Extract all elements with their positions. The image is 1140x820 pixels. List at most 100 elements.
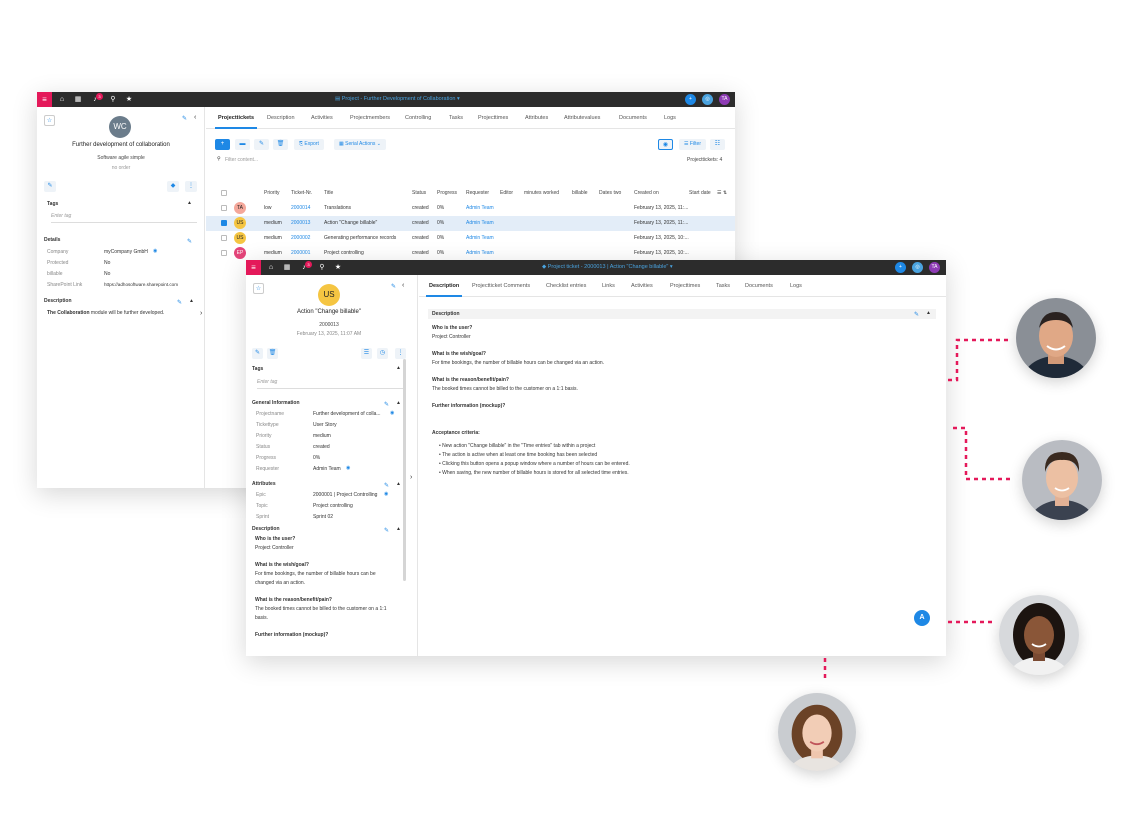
col-created-on[interactable]: Created on: [634, 190, 659, 196]
row-checkbox[interactable]: [221, 250, 227, 256]
tag-button[interactable]: ◆: [167, 181, 179, 192]
collapse-icon[interactable]: ‹: [402, 282, 404, 289]
col-requester[interactable]: Requester: [466, 190, 489, 196]
collapse-description-icon[interactable]: ▲: [926, 310, 931, 316]
list-view-button[interactable]: ☷: [710, 139, 725, 150]
edit-ticket-button[interactable]: ✎: [254, 139, 269, 150]
add-icon[interactable]: +: [685, 94, 696, 105]
collapse-tags-icon[interactable]: ▲: [396, 365, 401, 371]
more-button[interactable]: ⋮: [185, 181, 197, 192]
home-icon[interactable]: ⌂: [265, 260, 277, 275]
col-progress[interactable]: Progress: [437, 190, 457, 196]
cell-ticket-nr[interactable]: 2000001: [291, 250, 310, 256]
cell-ticket-nr[interactable]: 2000014: [291, 205, 310, 211]
tab-documents[interactable]: Documents: [619, 115, 647, 121]
eye-icon[interactable]: ◉: [346, 465, 350, 471]
tab-tasks[interactable]: Tasks: [716, 283, 730, 289]
search-icon[interactable]: ⚲: [316, 260, 328, 275]
grid-icon[interactable]: ▦: [72, 92, 84, 107]
window-title[interactable]: ◆ Project ticket - 2000013 | Action "Cha…: [542, 260, 673, 275]
collapse-general-icon[interactable]: ▲: [396, 400, 401, 406]
info-value[interactable]: Further development of colla...: [313, 411, 381, 417]
general-pin-icon[interactable]: ✎: [384, 401, 389, 408]
help-icon[interactable]: ◎: [702, 94, 713, 105]
expand-icon[interactable]: ›: [200, 310, 202, 317]
expand-icon[interactable]: ›: [410, 474, 412, 481]
tab-logs[interactable]: Logs: [790, 283, 802, 289]
edit-button[interactable]: ✎: [252, 348, 263, 359]
tab-controlling[interactable]: Controlling: [405, 115, 431, 121]
serial-actions-button[interactable]: ▦ Serial Actions ⌄: [334, 139, 387, 150]
col-title[interactable]: Title: [324, 190, 333, 196]
eye-icon[interactable]: ◉: [153, 248, 157, 254]
detail-value[interactable]: myCompany GmbH: [104, 249, 148, 255]
col-priority[interactable]: Priority: [264, 190, 280, 196]
folder-button[interactable]: ▬: [235, 139, 250, 150]
col-editor[interactable]: Editor: [500, 190, 513, 196]
collapse-icon[interactable]: ‹: [194, 114, 196, 121]
table-row[interactable]: US medium 2000002 Generating performance…: [206, 231, 735, 246]
sidebar-scrollbar[interactable]: [403, 359, 406, 581]
edit-button[interactable]: ✎: [44, 181, 56, 192]
sharepoint-link[interactable]: https://adhosoftware.sharepoint.com: [104, 282, 178, 287]
assistant-fab[interactable]: A: [914, 610, 930, 626]
table-row[interactable]: TA low 2000014 Translations created 0% A…: [206, 201, 735, 216]
history-button[interactable]: ◷: [377, 348, 388, 359]
description-pin-icon[interactable]: ✎: [384, 527, 389, 534]
star-icon[interactable]: ★: [123, 92, 135, 107]
col-dates-two[interactable]: Dates two: [599, 190, 621, 196]
user-avatar[interactable]: TA: [929, 262, 940, 273]
window-title[interactable]: ▤ Project - Further Development of Colla…: [335, 92, 460, 107]
tab-description[interactable]: Description: [425, 283, 463, 297]
col-start-date[interactable]: Start date: [689, 190, 711, 196]
tab-projectticket-comments[interactable]: Projectticket Comments: [472, 283, 530, 289]
tab-attributes[interactable]: Attributes: [525, 115, 548, 121]
cell-requester[interactable]: Admin Team: [466, 250, 494, 256]
tab-activities[interactable]: Activities: [311, 115, 333, 121]
table-row[interactable]: EP medium 2000001 Project controlling cr…: [206, 246, 735, 261]
view-toggle-button[interactable]: ◉: [658, 139, 673, 150]
favorite-star-icon[interactable]: ☆: [253, 283, 264, 294]
row-checkbox[interactable]: [221, 235, 227, 241]
pin-icon[interactable]: ✎: [182, 115, 187, 122]
tag-input[interactable]: Enter tag: [257, 379, 405, 389]
user-avatar[interactable]: TA: [719, 94, 730, 105]
col-ticket-nr[interactable]: Ticket-Nr.: [291, 190, 312, 196]
help-icon[interactable]: ◎: [912, 262, 923, 273]
grid-icon[interactable]: ▦: [281, 260, 293, 275]
add-ticket-button[interactable]: +: [215, 139, 230, 150]
tab-attributevalues[interactable]: Attributevalues: [564, 115, 600, 121]
search-icon[interactable]: ⚲: [107, 92, 119, 107]
add-icon[interactable]: +: [895, 262, 906, 273]
description-pin-icon[interactable]: ✎: [914, 311, 919, 318]
tab-projectmembers[interactable]: Projectmembers: [350, 115, 390, 121]
row-checkbox[interactable]: [221, 220, 227, 226]
tab-logs[interactable]: Logs: [664, 115, 676, 121]
filter-button[interactable]: ☰ Filter: [679, 139, 706, 150]
cell-ticket-nr[interactable]: 2000002: [291, 235, 310, 241]
cell-requester[interactable]: Admin Team: [466, 205, 494, 211]
menu-icon[interactable]: ≡: [37, 92, 52, 107]
collapse-description-icon[interactable]: ▲: [189, 298, 194, 304]
list-button[interactable]: ☰: [361, 348, 372, 359]
delete-button[interactable]: 🗑: [267, 348, 278, 359]
collapse-description-icon[interactable]: ▲: [396, 526, 401, 532]
tab-description[interactable]: Description: [267, 115, 295, 121]
cell-ticket-nr[interactable]: 2000013: [291, 220, 310, 226]
cell-requester[interactable]: Admin Team: [466, 235, 494, 241]
star-icon[interactable]: ★: [332, 260, 344, 275]
eye-icon[interactable]: ◉: [390, 410, 394, 416]
more-button[interactable]: ⋮: [395, 348, 406, 359]
export-button[interactable]: ⎘ Export: [294, 139, 324, 150]
col-billable[interactable]: billable: [572, 190, 588, 196]
collapse-attributes-icon[interactable]: ▲: [396, 481, 401, 487]
column-settings-icon[interactable]: ☰ ⇅: [717, 190, 727, 196]
col-minutes-worked[interactable]: minutes worked: [524, 190, 559, 196]
tab-activities[interactable]: Activities: [631, 283, 653, 289]
tab-projecttickets[interactable]: Projecttickets: [214, 115, 258, 129]
eye-icon[interactable]: ◉: [384, 491, 388, 497]
tab-checklist-entries[interactable]: Checklist entries: [546, 283, 586, 289]
collapse-tags-icon[interactable]: ▲: [187, 200, 192, 206]
filter-input[interactable]: Filter content...: [225, 157, 258, 163]
details-pin-icon[interactable]: ✎: [187, 238, 192, 245]
